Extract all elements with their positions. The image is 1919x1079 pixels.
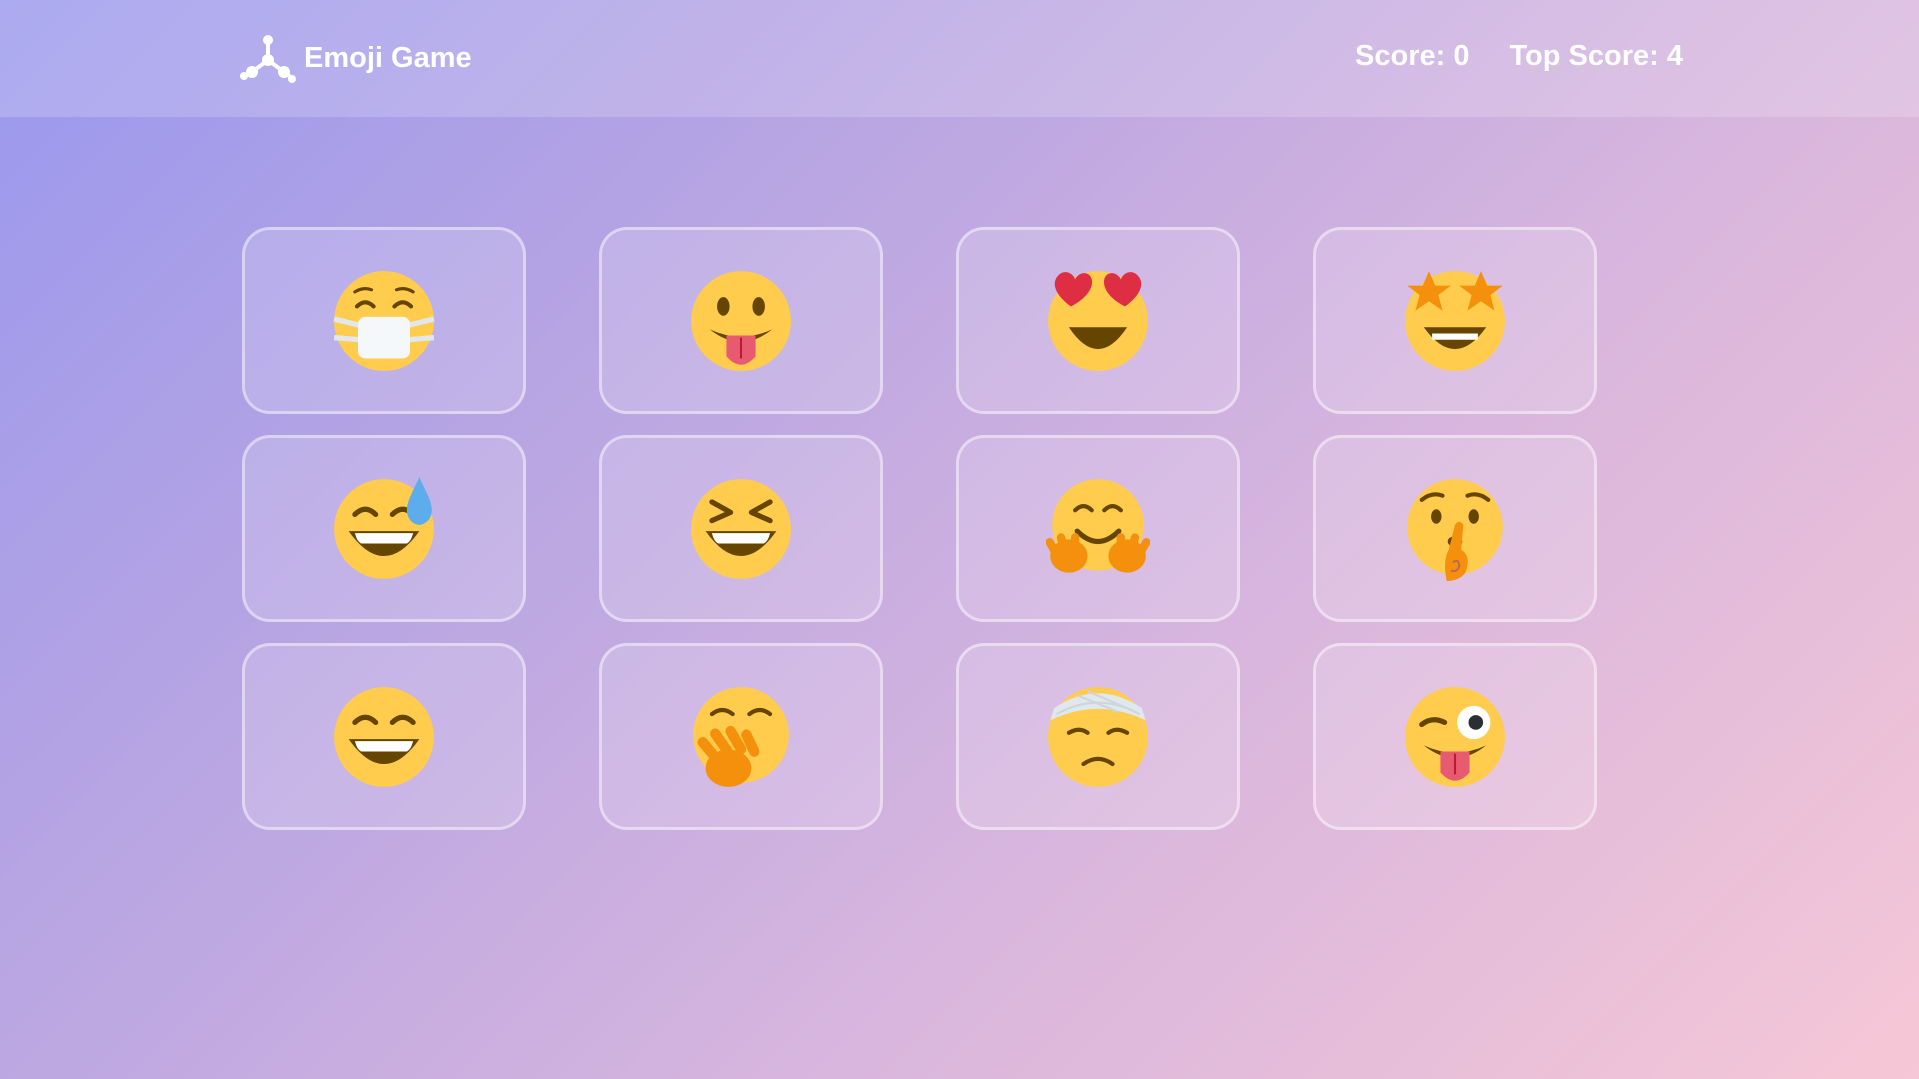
emoji-card[interactable] (1313, 643, 1597, 830)
emoji-card[interactable] (599, 643, 883, 830)
grinning-face-with-sweat-icon (334, 476, 434, 579)
brand: Emoji Game (240, 32, 472, 84)
winking-face-with-tongue-icon (1405, 686, 1505, 787)
top-navbar: Emoji Game Score: 0 Top Score: 4 (0, 0, 1919, 117)
face-with-hand-over-mouth-icon (693, 686, 789, 787)
emoji-card[interactable] (956, 435, 1240, 622)
emoji-card[interactable] (242, 643, 526, 830)
smiling-face-with-heart-eyes-icon (1048, 270, 1148, 371)
score-label: Score: 0 (1355, 40, 1470, 72)
face-with-medical-mask-icon (333, 270, 435, 371)
emoji-card[interactable] (1313, 227, 1597, 414)
app-title: Emoji Game (304, 41, 472, 74)
emoji-grid (242, 227, 1598, 830)
face-with-tongue-icon (691, 270, 791, 371)
emoji-card[interactable] (242, 435, 526, 622)
emoji-card[interactable] (599, 435, 883, 622)
star-struck-icon (1405, 270, 1505, 371)
top-score-label: Top Score: 4 (1509, 40, 1684, 72)
score-panel: Score: 0 Top Score: 4 (1355, 40, 1683, 73)
emoji-card[interactable] (1313, 435, 1597, 622)
hugging-face-icon (1046, 478, 1150, 573)
shushing-face-icon (1407, 478, 1503, 581)
grinning-face-with-smiling-eyes-icon (334, 686, 434, 787)
emoji-card[interactable] (242, 227, 526, 414)
emoji-card[interactable] (956, 227, 1240, 414)
molecule-logo-icon (240, 32, 296, 84)
emoji-card[interactable] (599, 227, 883, 414)
grinning-squinting-face-icon (691, 478, 791, 579)
face-with-head-bandage-icon (1048, 686, 1148, 787)
emoji-card[interactable] (956, 643, 1240, 830)
